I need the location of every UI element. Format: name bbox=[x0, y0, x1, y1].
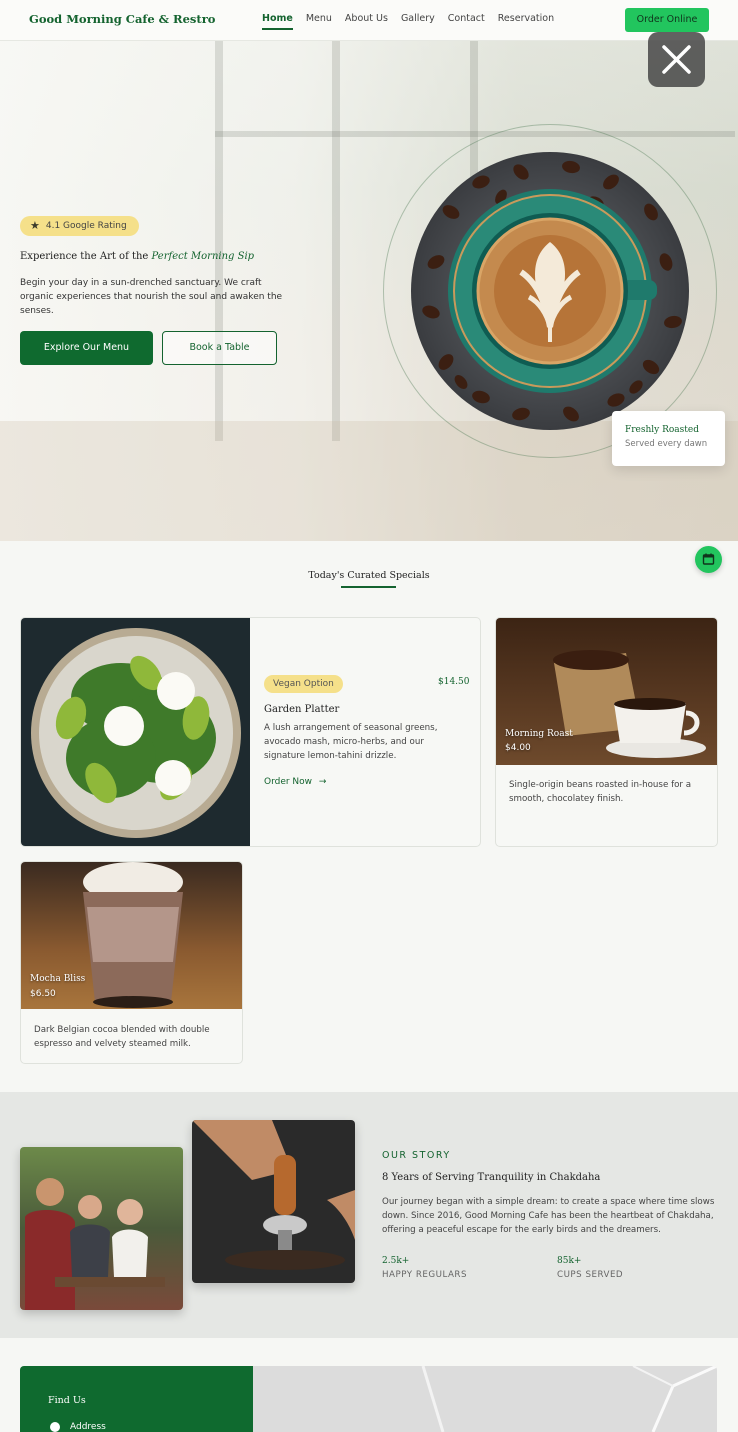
nav-about-us[interactable]: About Us bbox=[345, 13, 388, 24]
garden-platter-price: $14.50 bbox=[438, 677, 470, 687]
morning-roast-price: $4.00 bbox=[505, 743, 531, 753]
hero-title-prefix: Experience the Art of the bbox=[20, 251, 149, 262]
mocha-bliss-price: $6.50 bbox=[30, 989, 56, 999]
address-label: Address bbox=[70, 1422, 106, 1432]
rating-text: 4.1 Google Rating bbox=[45, 221, 127, 231]
stat-regulars-value: 2.5k+ bbox=[382, 1256, 410, 1266]
barista-tamping-photo bbox=[192, 1120, 355, 1283]
mocha-bliss-name: Mocha Bliss bbox=[30, 974, 86, 984]
story-description: Our journey began with a simple dream: t… bbox=[382, 1197, 715, 1235]
stat-regulars-label: HAPPY REGULARS bbox=[382, 1270, 467, 1280]
order-now-label: Order Now bbox=[264, 777, 313, 787]
hero-title-emphasis: Perfect Morning Sip bbox=[151, 251, 255, 262]
location-map[interactable] bbox=[253, 1366, 717, 1432]
garden-platter-description: A lush arrangement of seasonal greens, a… bbox=[264, 723, 438, 761]
stat-cups-value: 85k+ bbox=[557, 1256, 582, 1266]
latte-art-image bbox=[411, 152, 689, 430]
specials-title: Today's Curated Specials bbox=[308, 570, 430, 581]
garden-platter-title: Garden Platter bbox=[264, 704, 340, 715]
special-card-morning-roast[interactable]: Morning Roast $4.00 Single-origin beans … bbox=[495, 617, 718, 847]
find-us-title: Find Us bbox=[48, 1395, 86, 1406]
background-window-frame bbox=[215, 41, 223, 441]
order-online-button[interactable]: Order Online bbox=[625, 8, 709, 32]
calendar-icon[interactable] bbox=[695, 546, 722, 573]
arrow-right-icon: → bbox=[318, 777, 327, 787]
location-pin-icon bbox=[50, 1422, 60, 1432]
explore-menu-button[interactable]: Explore Our Menu bbox=[20, 331, 153, 365]
badge-subtitle: Served every dawn bbox=[625, 439, 708, 449]
nav-links: Home Menu About Us Gallery Contact Reser… bbox=[262, 13, 567, 30]
freshly-roasted-card: Freshly Roasted Served every dawn bbox=[612, 411, 725, 466]
nav-reservation[interactable]: Reservation bbox=[498, 13, 554, 24]
nav-menu[interactable]: Menu bbox=[306, 13, 332, 24]
close-icon[interactable] bbox=[648, 32, 705, 87]
story-tag: OUR STORY bbox=[382, 1150, 451, 1161]
specials-underline bbox=[341, 586, 396, 588]
mocha-bliss-description: Dark Belgian cocoa blended with double e… bbox=[34, 1025, 210, 1049]
book-table-button[interactable]: Book a Table bbox=[162, 331, 277, 365]
brand-logo[interactable]: Good Morning Cafe & Restro bbox=[29, 12, 215, 26]
order-now-link[interactable]: Order Now → bbox=[264, 777, 326, 787]
star-icon: ★ bbox=[30, 219, 40, 232]
background-window-frame bbox=[332, 41, 340, 441]
top-navbar: Good Morning Cafe & Restro Home Menu Abo… bbox=[0, 0, 738, 41]
garden-platter-image bbox=[21, 618, 250, 846]
badge-title: Freshly Roasted bbox=[625, 425, 699, 435]
nav-gallery[interactable]: Gallery bbox=[401, 13, 435, 24]
hero-section: ★ 4.1 Google Rating Experience the Art o… bbox=[0, 41, 738, 541]
morning-roast-description: Single-origin beans roasted in-house for… bbox=[509, 780, 692, 804]
vegan-option-badge: Vegan Option bbox=[264, 675, 343, 693]
special-card-mocha-bliss[interactable]: Mocha Bliss $6.50 Dark Belgian cocoa ble… bbox=[20, 861, 243, 1064]
stat-cups-label: CUPS SERVED bbox=[557, 1270, 624, 1280]
cafe-guests-photo bbox=[20, 1147, 183, 1310]
nav-home[interactable]: Home bbox=[262, 13, 293, 30]
hero-description: Begin your day in a sun-drenched sanctua… bbox=[20, 278, 283, 316]
rating-badge: ★ 4.1 Google Rating bbox=[20, 216, 139, 236]
hero-title: Experience the Art of the Perfect Mornin… bbox=[20, 251, 254, 262]
nav-contact[interactable]: Contact bbox=[448, 13, 485, 24]
morning-roast-name: Morning Roast bbox=[505, 729, 573, 739]
story-title: 8 Years of Serving Tranquility in Chakda… bbox=[382, 1172, 601, 1183]
